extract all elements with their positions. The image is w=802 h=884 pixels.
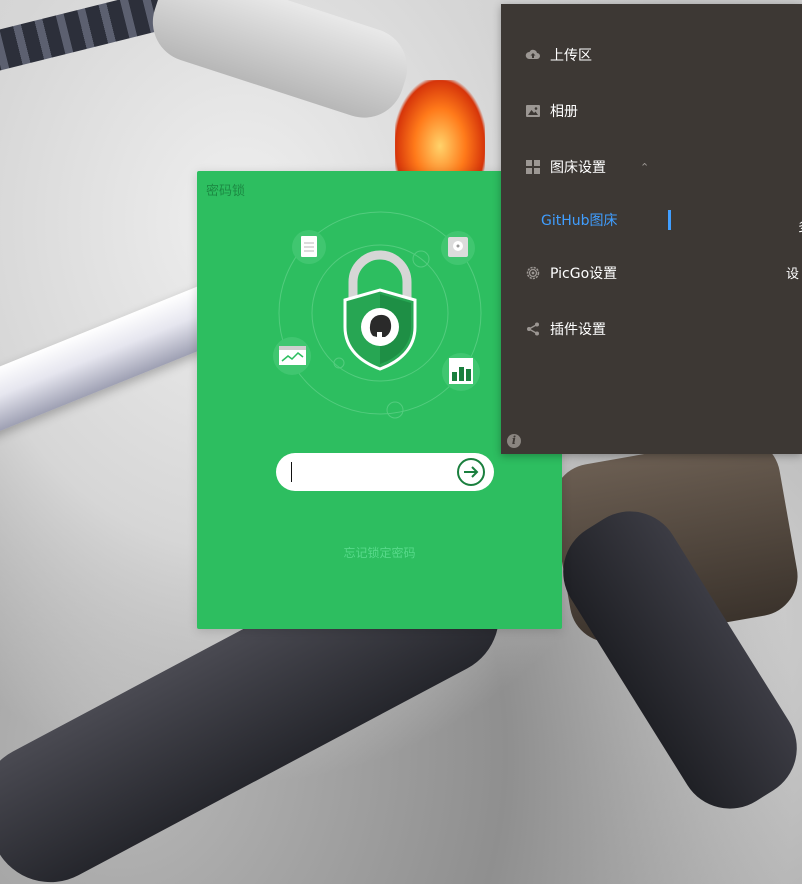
image-icon <box>525 103 541 119</box>
lock-illustration <box>273 211 482 419</box>
menu-label-plugin-settings: 插件设置 <box>550 322 606 338</box>
padlock-icon <box>343 250 417 371</box>
submenu-label-github: GitHub图床 <box>541 213 618 229</box>
picgo-menu-panel: 上传区 相册 图床设置 ⌃ GitHub图床 多 <box>501 4 802 454</box>
grid-icon <box>525 159 541 175</box>
share-icon <box>525 321 541 337</box>
menu-item-image-host-settings[interactable]: 图床设置 ⌃ <box>501 147 802 187</box>
gear-icon <box>525 265 541 281</box>
clipped-settings-text: 设 <box>786 267 800 282</box>
arrow-right-circle-icon <box>457 458 485 486</box>
menu-item-upload[interactable]: 上传区 <box>501 35 802 75</box>
active-indicator <box>668 210 671 230</box>
cloud-upload-icon <box>525 47 541 63</box>
clipped-side-text: 多 <box>798 216 802 235</box>
forgot-password-link[interactable]: 忘记锁定密码 <box>197 544 562 561</box>
menu-label-picgo-settings: PicGo设置 <box>550 266 618 282</box>
wallpaper-arm <box>142 0 418 128</box>
bar-chart-icon <box>442 353 480 391</box>
submenu-item-github[interactable]: GitHub图床 <box>501 200 802 240</box>
menu-item-picgo-settings[interactable]: PicGo设置 <box>501 253 802 293</box>
document-icon <box>292 230 326 264</box>
menu-label-upload: 上传区 <box>550 48 592 64</box>
menu-label-album: 相册 <box>550 104 578 120</box>
password-input[interactable] <box>290 459 450 485</box>
menu-item-plugin-settings[interactable]: 插件设置 <box>501 309 802 349</box>
info-icon[interactable]: i <box>507 434 521 448</box>
chart-window-icon <box>273 337 311 375</box>
chevron-up-icon: ⌃ <box>640 160 650 174</box>
password-field-wrapper <box>276 453 494 491</box>
menu-label-image-host-settings: 图床设置 <box>550 160 606 176</box>
lock-window-title: 密码锁 <box>206 184 246 199</box>
disk-icon <box>441 231 475 265</box>
menu-item-album[interactable]: 相册 <box>501 91 802 131</box>
unlock-submit-button[interactable] <box>456 457 486 487</box>
text-caret <box>291 462 292 482</box>
